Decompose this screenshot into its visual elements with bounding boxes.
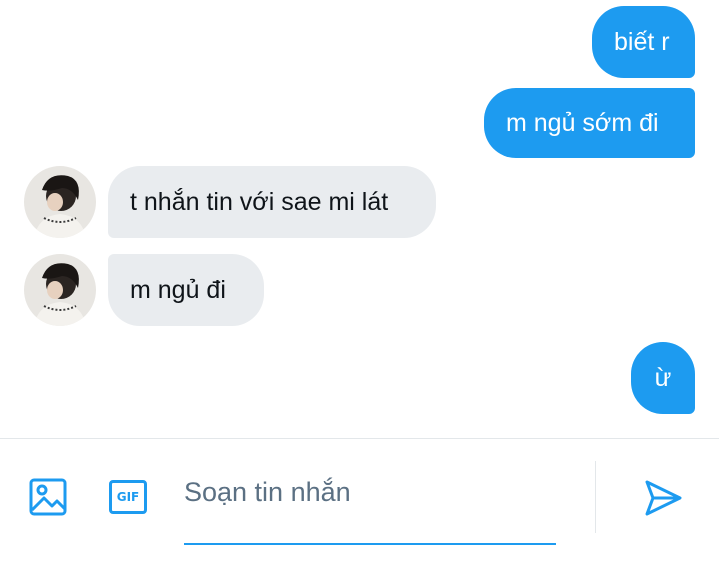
message-text: t nhắn tin với sae mi lát <box>130 187 389 216</box>
message-thread: biết r m ngủ sớm đi t nhắn tin với sae m… <box>0 0 719 438</box>
message-text: biết r <box>614 27 670 56</box>
message-text: m ngủ đi <box>130 275 226 304</box>
message-composer: GIF Soạn tin nhắn <box>0 439 719 561</box>
input-focus-underline <box>184 543 556 545</box>
composer-separator <box>595 461 596 533</box>
message-text: ừ <box>654 363 672 392</box>
contact-avatar[interactable] <box>24 254 96 326</box>
message-text: m ngủ sớm đi <box>506 108 659 137</box>
message-input[interactable]: Soạn tin nhắn <box>184 459 556 525</box>
message-bubble-outgoing[interactable]: biết r <box>592 6 695 78</box>
message-bubble-incoming[interactable]: m ngủ đi <box>108 254 264 326</box>
message-input-placeholder: Soạn tin nhắn <box>184 476 351 507</box>
send-icon[interactable] <box>640 475 686 521</box>
message-bubble-outgoing[interactable]: ừ <box>631 342 695 414</box>
contact-avatar[interactable] <box>24 166 96 238</box>
message-bubble-incoming[interactable]: t nhắn tin với sae mi lát <box>108 166 436 238</box>
message-bubble-outgoing[interactable]: m ngủ sớm đi <box>484 88 695 158</box>
gif-label: GIF <box>116 490 140 504</box>
image-icon[interactable] <box>26 475 70 519</box>
gif-icon[interactable]: GIF <box>106 477 150 517</box>
